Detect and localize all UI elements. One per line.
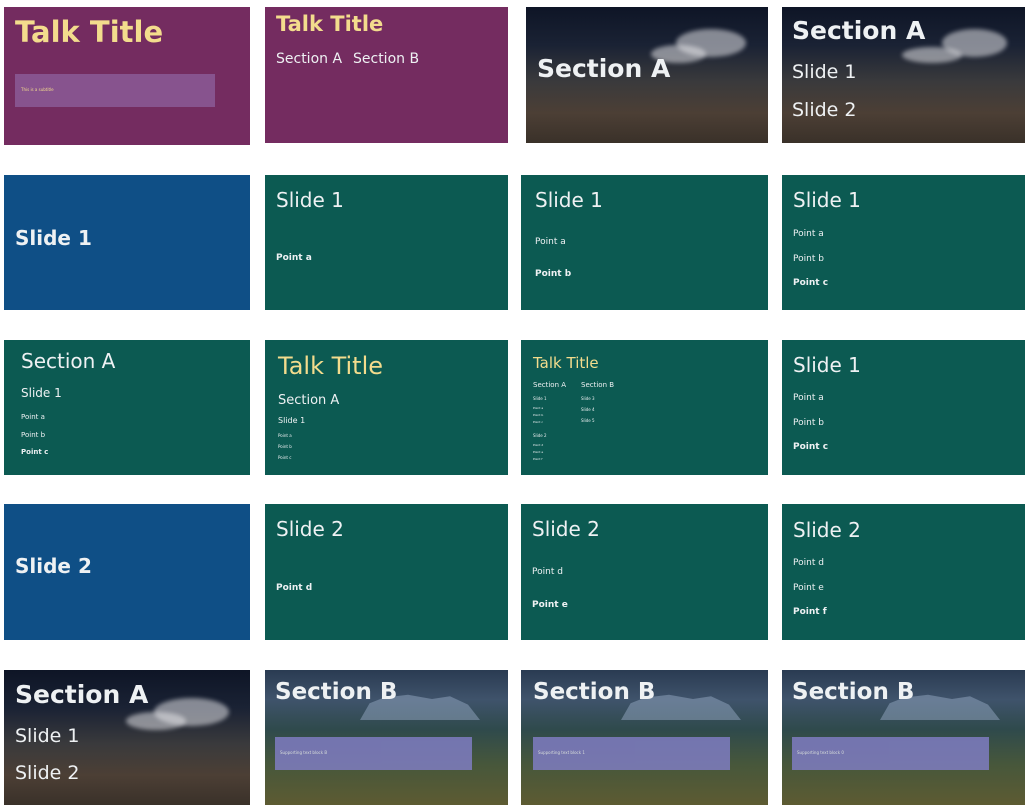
slide-title: Slide 1 xyxy=(276,188,344,212)
slide-thumb-r4c2[interactable]: Slide 2 Point d xyxy=(265,504,508,640)
bullet-point: Point a xyxy=(21,413,45,421)
slide-title: Talk Title xyxy=(533,354,599,372)
subtitle-box: This is a subtitle xyxy=(15,74,215,107)
slide-thumb-r2c2[interactable]: Slide 1 Point a xyxy=(265,175,508,310)
slide-title: Section B xyxy=(792,679,915,705)
slide-title: Slide 2 xyxy=(793,518,861,542)
outline-item: Slide 5 xyxy=(581,418,595,423)
section-label: Section A xyxy=(278,393,340,408)
slide-title: Slide 2 xyxy=(276,517,344,541)
bullet-point: Point d xyxy=(793,558,824,568)
outline-item: Point f xyxy=(533,457,543,461)
bullet-point: Point a xyxy=(535,237,566,247)
outline-item: Slide 1 xyxy=(533,396,547,401)
outline-item: Slide 4 xyxy=(581,407,595,412)
slide-subtitle: This is a subtitle xyxy=(21,87,54,92)
slide-thumb-r1c1[interactable]: Talk Title This is a subtitle xyxy=(4,7,250,145)
section-a-label: Section A xyxy=(533,381,567,389)
cloud-image xyxy=(902,47,962,63)
slide-thumb-r5c1[interactable]: Section A Slide 1 Slide 2 xyxy=(4,670,250,805)
slide-thumb-r1c3[interactable]: Section A xyxy=(526,7,768,143)
slide-title: Section B xyxy=(275,679,398,705)
slide-thumb-r1c2[interactable]: Talk Title Section A Section B xyxy=(265,7,508,143)
section-a-label: Section A xyxy=(276,51,343,67)
slide-thumb-r3c1[interactable]: Section A Slide 1 Point a Point b Point … xyxy=(4,340,250,475)
outline-item: Point d xyxy=(533,443,544,447)
slide-title: Section A xyxy=(792,16,926,45)
outline-item: Slide 2 xyxy=(533,433,547,438)
outline-item: Point c xyxy=(533,420,544,424)
outline-item: Slide 3 xyxy=(581,396,595,401)
slide-title: Section A xyxy=(21,349,116,373)
slide-thumb-r3c2[interactable]: Talk Title Section A Slide 1 Point a Poi… xyxy=(265,340,508,475)
bullet-point: Point b xyxy=(21,431,46,439)
slide-thumb-r2c1[interactable]: Slide 1 xyxy=(4,175,250,310)
supporting-text: Supporting text block B xyxy=(280,750,328,755)
slide-title: Slide 1 xyxy=(793,188,861,212)
slide-title: Slide 1 xyxy=(15,226,92,250)
bullet-point: Point a xyxy=(276,253,312,263)
bullet-point: Point a xyxy=(793,393,824,403)
slide-title: Talk Title xyxy=(278,352,384,380)
list-item: Slide 1 xyxy=(792,61,857,83)
slide-title: Slide 1 xyxy=(793,353,861,377)
bullet-point: Point a xyxy=(278,433,292,438)
supporting-text-box: Supporting text block 0 xyxy=(792,737,989,770)
slide-thumb-r4c3[interactable]: Slide 2 Point d Point e xyxy=(521,504,768,640)
slide-thumb-r5c4[interactable]: Section B Supporting text block 0 xyxy=(782,670,1025,805)
slide-thumb-r3c3[interactable]: Talk Title Section A Section B Slide 1 P… xyxy=(521,340,768,475)
section-b-label: Section B xyxy=(581,381,615,389)
slide-thumb-r3c4[interactable]: Slide 1 Point a Point b Point c xyxy=(782,340,1025,475)
slide-thumb-r2c4[interactable]: Slide 1 Point a Point b Point c xyxy=(782,175,1025,310)
section-b-label: Section B xyxy=(353,51,420,67)
bullet-point: Point b xyxy=(535,269,572,279)
supporting-text: Supporting text block 0 xyxy=(797,750,844,755)
bullet-point: Point c xyxy=(793,278,829,288)
supporting-text-box: Supporting text block 1 xyxy=(533,737,730,770)
bullet-point: Point b xyxy=(793,418,824,428)
slide-thumb-r5c3[interactable]: Section B Supporting text block 1 xyxy=(521,670,768,805)
bullet-point: Point b xyxy=(278,444,292,449)
slide-title: Slide 2 xyxy=(532,517,600,541)
slide-thumb-r2c3[interactable]: Slide 1 Point a Point b xyxy=(521,175,768,310)
slide-title: Talk Title xyxy=(276,12,384,36)
bullet-point: Point c xyxy=(21,448,49,456)
outline-item: Point e xyxy=(533,450,544,454)
slide-thumb-r1c4[interactable]: Section A Slide 1 Slide 2 xyxy=(782,7,1025,143)
slide-title: Section B xyxy=(533,679,656,705)
bullet-point: Point d xyxy=(276,583,313,593)
bullet-point: Point b xyxy=(793,254,824,264)
slide-title: Section A xyxy=(15,680,149,709)
slide-thumb-r5c2[interactable]: Section B Supporting text block B xyxy=(265,670,508,805)
slide-title: Slide 2 xyxy=(15,554,92,578)
slide-title: Section A xyxy=(537,54,671,83)
outline-item: Point b xyxy=(533,413,544,417)
cloud-image xyxy=(126,712,186,730)
bullet-point: Point d xyxy=(532,567,563,577)
supporting-text-box: Supporting text block B xyxy=(275,737,472,770)
slide-thumb-r4c1[interactable]: Slide 2 xyxy=(4,504,250,640)
bullet-point: Point e xyxy=(532,600,568,610)
bullet-point: Point f xyxy=(793,607,827,617)
bullet-point: Point c xyxy=(793,442,829,452)
slide-subtitle: Slide 1 xyxy=(21,386,62,400)
bullet-point: Point e xyxy=(793,583,824,593)
bullet-point: Point a xyxy=(793,229,824,239)
list-item: Slide 1 xyxy=(15,725,80,747)
slide-title: Talk Title xyxy=(15,15,164,49)
bullet-point: Point c xyxy=(278,455,292,460)
list-item: Slide 2 xyxy=(792,99,857,121)
slide-thumb-r4c4[interactable]: Slide 2 Point d Point e Point f xyxy=(782,504,1025,640)
slide-subtitle: Slide 1 xyxy=(278,416,306,425)
supporting-text: Supporting text block 1 xyxy=(538,750,585,755)
outline-item: Point a xyxy=(533,406,544,410)
list-item: Slide 2 xyxy=(15,762,80,784)
slide-title: Slide 1 xyxy=(535,188,603,212)
